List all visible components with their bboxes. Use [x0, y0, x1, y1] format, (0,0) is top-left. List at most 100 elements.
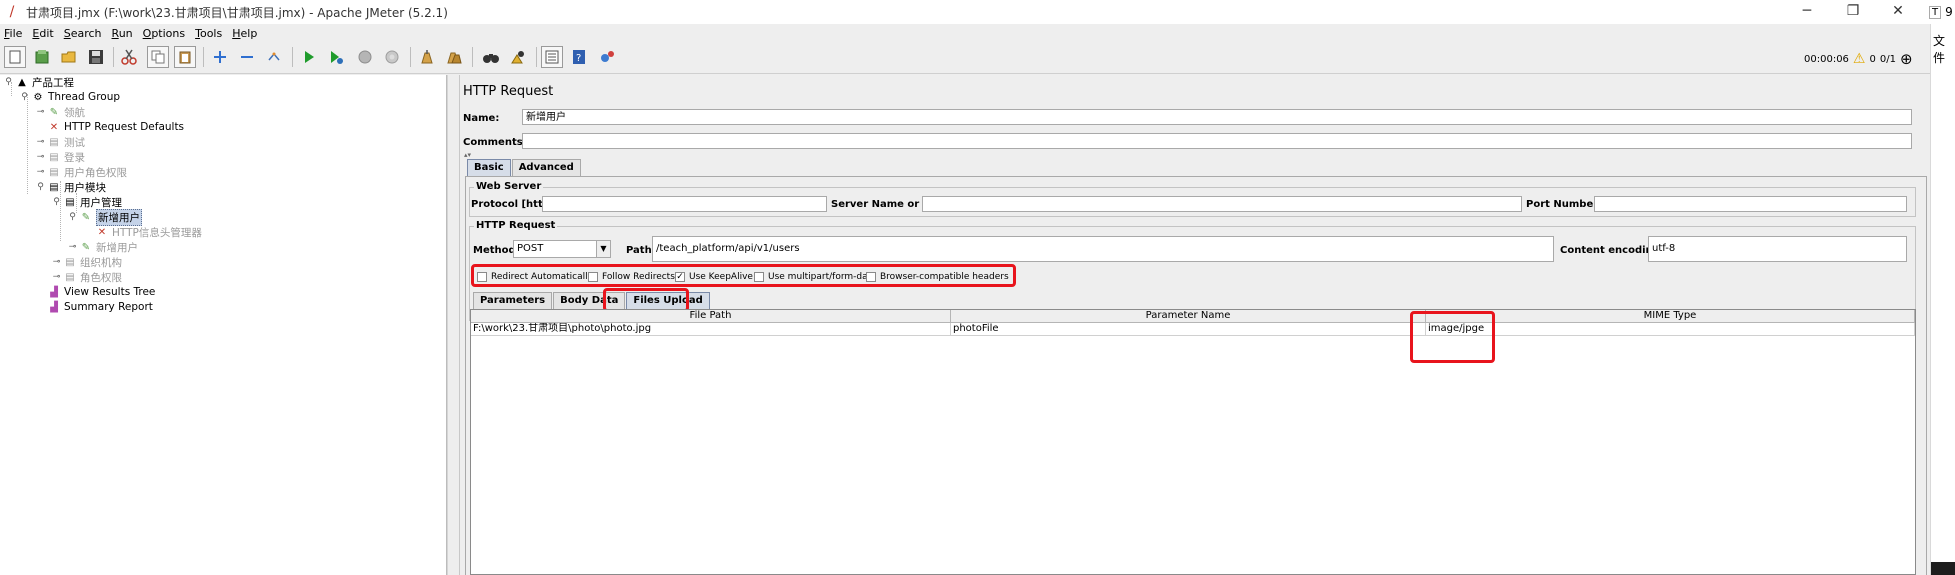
copy-icon[interactable] — [147, 46, 169, 68]
active-threads: 0/1 — [1879, 53, 1896, 65]
menu-search[interactable]: Search — [64, 27, 102, 40]
comments-field[interactable] — [522, 133, 1912, 149]
table-cell-parameter-name[interactable]: photoFile — [951, 323, 1426, 336]
start-icon[interactable] — [298, 46, 320, 68]
title-bar: / 甘肃项目.jmx (F:\work\23.甘肃项目\甘肃项目.jmx) - … — [0, 0, 1955, 24]
tree-node-login-controller[interactable]: ⊸ ▤ 登录 — [36, 150, 85, 164]
toolbar: ? 00:00:06 ⚠ 0 0/1 ⊕ — [0, 42, 1930, 74]
gear-icon: ⚙ — [33, 91, 43, 103]
save-icon[interactable] — [85, 46, 107, 68]
web-server-title: Web Server — [474, 181, 544, 192]
http-request-panel: HTTP Request Name: 新增用户 Comments: ▴▾ Bas… — [460, 75, 1930, 575]
tree-node-test-plan[interactable]: ⚲ ▲ 产品工程 — [4, 75, 74, 89]
tree-node-user-module[interactable]: ⚲ ▤ 用户模块 — [36, 180, 106, 194]
edge-text: 文件 — [1933, 34, 1946, 65]
tree-node-http-defaults[interactable]: ✕ HTTP Request Defaults — [36, 120, 184, 134]
edge-letter: T — [1929, 5, 1942, 19]
background-window-edge-top: T 9 — [1927, 0, 1955, 24]
column-header-file-path[interactable]: File Path — [471, 310, 951, 323]
menu-options[interactable]: Options — [143, 27, 185, 40]
tree-node-thread-group[interactable]: ⚲ ⚙ Thread Group — [20, 90, 120, 104]
split-pane-divider[interactable] — [447, 75, 460, 575]
controller-icon: ▤ — [49, 181, 59, 193]
clear-icon[interactable] — [416, 46, 438, 68]
controller-icon: ▤ — [49, 136, 59, 148]
paste-icon[interactable] — [174, 46, 196, 68]
minimize-button[interactable]: ─ — [1784, 0, 1830, 24]
stop-icon[interactable] — [354, 46, 376, 68]
tree-node-add-user-selected[interactable]: ⚲ ✎ 新增用户 — [68, 208, 142, 226]
menu-file[interactable]: File — [4, 27, 22, 40]
pipette-icon: ✎ — [49, 106, 59, 118]
expand-all-icon[interactable] — [209, 46, 231, 68]
help-icon[interactable]: ? — [568, 46, 590, 68]
tree-node-summary-report[interactable]: ▟ Summary Report — [36, 300, 153, 314]
clear-all-icon[interactable] — [443, 46, 465, 68]
server-field[interactable] — [922, 196, 1522, 212]
port-label: Port Number: — [1526, 199, 1603, 210]
shutdown-icon[interactable] — [381, 46, 403, 68]
search-binoculars-icon[interactable] — [480, 46, 502, 68]
column-header-parameter-name[interactable]: Parameter Name — [951, 310, 1426, 323]
table-cell-mime-type[interactable]: image/jpge — [1426, 323, 1915, 336]
menu-help[interactable]: Help — [232, 27, 257, 40]
reset-search-icon[interactable] — [507, 46, 529, 68]
controller-icon: ▤ — [49, 151, 59, 163]
menu-bar: File Edit Search Run Options Tools Help — [0, 24, 1930, 42]
column-header-mime-type[interactable]: MIME Type — [1426, 310, 1915, 323]
name-field[interactable]: 新增用户 — [522, 109, 1912, 125]
table-cell-file-path[interactable]: F:\work\23.甘肃项目\photo\photo.jpg — [471, 323, 951, 336]
tab-parameters[interactable]: Parameters — [473, 292, 553, 309]
open-icon[interactable] — [58, 46, 80, 68]
new-icon[interactable] — [4, 46, 26, 68]
path-field[interactable]: /teach_platform/api/v1/users — [652, 236, 1554, 262]
warning-count: 0 — [1869, 53, 1876, 65]
tab-basic[interactable]: Basic — [467, 159, 511, 176]
chevron-down-icon: ▼ — [596, 241, 610, 257]
collapse-arrows-icon[interactable]: ▴▾ — [464, 151, 471, 159]
tab-advanced[interactable]: Advanced — [511, 159, 581, 176]
menu-edit[interactable]: Edit — [32, 27, 53, 40]
function-helper-icon[interactable] — [541, 46, 563, 68]
protocol-field[interactable] — [542, 196, 827, 212]
method-value: POST — [517, 243, 544, 254]
start-no-timers-icon[interactable] — [325, 46, 347, 68]
menu-run[interactable]: Run — [112, 27, 133, 40]
cut-icon[interactable] — [118, 46, 140, 68]
warning-icon[interactable]: ⚠ — [1853, 51, 1866, 67]
port-field[interactable] — [1594, 196, 1907, 212]
wrench-icon: ✕ — [49, 121, 59, 133]
pipette-icon: ✎ — [81, 241, 91, 253]
window-title: 甘肃项目.jmx (F:\work\23.甘肃项目\甘肃项目.jmx) - Ap… — [26, 5, 448, 20]
tree-node-header-manager[interactable]: ✕ HTTP信息头管理器 — [84, 225, 202, 239]
controller-icon: ▤ — [65, 271, 75, 283]
menu-tools[interactable]: Tools — [195, 27, 222, 40]
toggle-icon[interactable] — [263, 46, 285, 68]
jmeter-feather-icon: / — [9, 4, 15, 20]
tree-node-test-controller[interactable]: ⊸ ▤ 测试 — [36, 135, 85, 149]
tree-node-sampler-disabled[interactable]: ⊸ ✎ 领航 — [36, 105, 85, 119]
templates-icon[interactable] — [31, 46, 53, 68]
controller-icon: ▤ — [65, 196, 75, 208]
restore-button[interactable]: ❐ — [1830, 0, 1876, 24]
tree-node-user-management[interactable]: ⚲ ▤ 用户管理 — [52, 195, 122, 209]
remote-icon[interactable] — [596, 46, 618, 68]
name-label: Name: — [463, 113, 500, 124]
background-window-edge: 文件 — [1930, 24, 1955, 575]
wrench-icon: ✕ — [97, 226, 107, 238]
settings-circle-icon[interactable]: ⊕ — [1900, 50, 1913, 68]
highlight-box-options — [471, 264, 1016, 287]
tree-node-role-permission-2[interactable]: ⊸ ▤ 角色权限 — [52, 270, 122, 284]
controller-icon: ▤ — [49, 166, 59, 178]
content-encoding-field[interactable]: utf-8 — [1648, 236, 1907, 262]
edge-digit: 9 — [1945, 5, 1953, 19]
collapse-all-icon[interactable] — [236, 46, 258, 68]
panel-title: HTTP Request — [463, 84, 554, 99]
close-button[interactable]: ✕ — [1875, 0, 1921, 24]
method-select[interactable]: POST ▼ — [513, 240, 611, 258]
tree-node-role-permission[interactable]: ⊸ ▤ 用户角色权限 — [36, 165, 127, 179]
tree-node-add-user-2[interactable]: ⊸ ✎ 新增用户 — [68, 240, 138, 254]
tree-node-view-results-tree[interactable]: ▟ View Results Tree — [36, 285, 155, 299]
test-plan-icon: ▲ — [18, 76, 26, 88]
tree-node-organization[interactable]: ⊸ ▤ 组织机构 — [52, 255, 122, 269]
